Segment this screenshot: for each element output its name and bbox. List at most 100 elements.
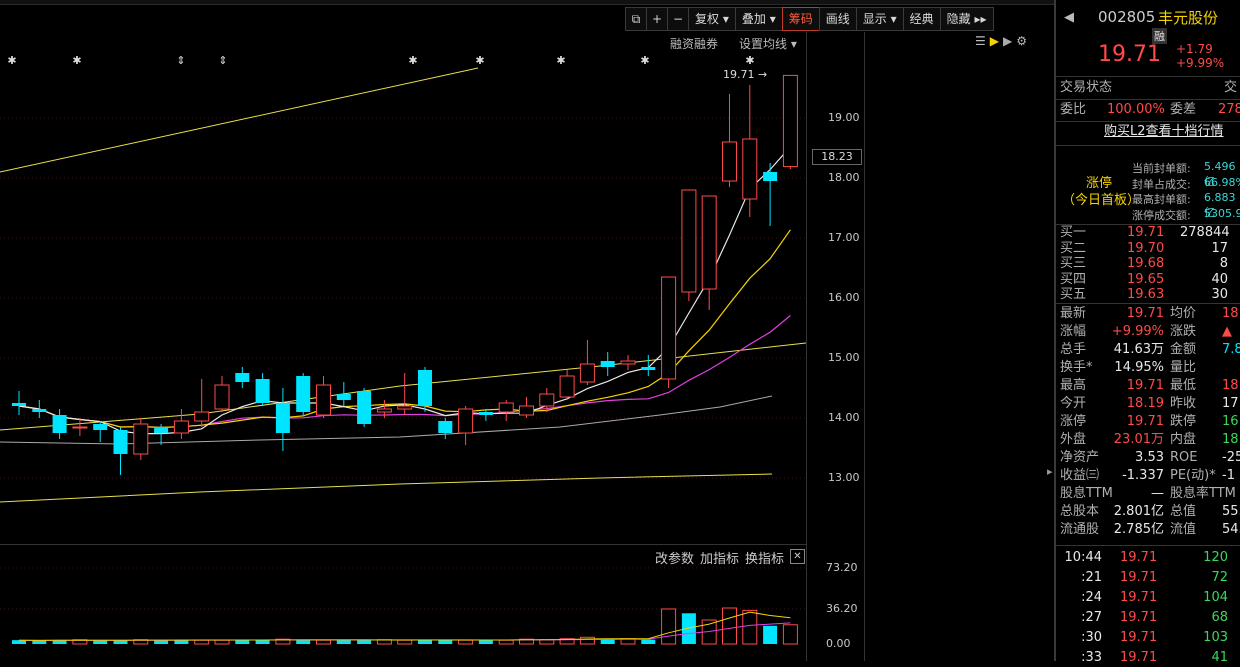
price-tick-label: 17.00 [828,231,860,244]
add-indicator-link[interactable]: 加指标 [700,548,739,567]
tick-time: :24 [1081,590,1102,605]
weicha-value: 278 [1218,102,1240,117]
chart-toolbar: ⧉ + − 复权 ▾ 叠加 ▾ 筹码 画线 显示 ▾ 经典 隐藏 ▸▸ [625,7,994,31]
flag-icon[interactable]: ▶ [990,34,1003,48]
volume-bar [742,609,758,645]
fuquan-button[interactable]: 复权 ▾ [688,7,736,31]
tick-price: 19.71 [1120,650,1158,665]
price-tick-label: 14.00 [828,411,860,424]
candle-body [357,391,372,424]
close-indicator-icon[interactable]: ✕ [790,549,805,564]
stat-label: 金额 [1170,342,1197,357]
event-marker-icon: ✱ [475,54,484,67]
gear-icon[interactable]: ⚙ [1016,34,1031,48]
stat-label: 总股本 [1060,504,1100,519]
candle-body [579,363,595,383]
current-price-marker: 18.23 [812,149,862,165]
stat-label: 净资产 [1060,450,1100,465]
candle-body [661,276,677,380]
candle-body [214,384,230,410]
candle-body [600,361,615,367]
stat-label: 内盘 [1170,432,1197,447]
divider-2 [1056,99,1240,100]
tick-volume: 68 [1211,610,1228,625]
candle-body [296,376,311,412]
back-arrow-icon[interactable]: ◀ [1064,10,1074,25]
volume-bar [397,639,413,645]
divider-4 [1056,145,1240,146]
seal-info-label: 当前封单额: [1132,162,1191,175]
change-params-link[interactable]: 改参数 [655,548,694,567]
stock-code: 002805 [1098,8,1156,26]
buy-l2-link[interactable]: 购买L2查看十档行情 [1104,123,1224,141]
stat-label: 股息TTM [1060,486,1113,501]
stat-value: — [1151,486,1164,501]
event-marker-icon: ✱ [556,54,565,67]
collapse-arrow-icon[interactable]: ▸ [1047,465,1053,478]
stat-label: 收益㈢ [1060,468,1100,483]
hide-button[interactable]: 隐藏 ▸▸ [939,7,994,31]
zoom-out-button[interactable]: − [667,7,689,31]
draw-line-label: 画线 [825,12,850,26]
volume-bar [296,640,311,644]
candle-body [12,403,26,406]
volume-bar [32,640,47,644]
double-arrow-icon: ▸▸ [974,12,987,26]
price-change-pct: +9.99% [1176,56,1225,70]
candle-body [742,138,758,200]
stat-value: 2.785亿 [1113,522,1164,537]
candle-body [154,427,169,433]
display-button[interactable]: 显示 ▾ [855,7,904,31]
stat-value: -25. [1222,450,1240,465]
stat-value: 17 [1222,396,1239,411]
candle-body [113,430,128,454]
volume-tick-label: 36.20 [826,602,858,615]
weicha-label: 委差 [1170,102,1197,117]
stat-value: 41.63万 [1113,342,1164,357]
limit-up-subtitle: （今日首板） [1062,193,1141,208]
weibi-label: 委比 [1060,102,1087,117]
price-tick-label: 16.00 [828,291,860,304]
bid-price: 19.63 [1127,287,1165,302]
draw-line-button[interactable]: 画线 [818,7,857,31]
stat-label: 外盘 [1060,432,1087,447]
tick-volume: 103 [1203,630,1228,645]
window-icon[interactable]: ⧉ [625,7,647,31]
chip-divider [864,32,865,661]
volume-bar [194,639,210,645]
stock-name[interactable]: 丰元股份 [1158,7,1218,28]
volume-bar [722,607,737,645]
chips-button[interactable]: 筹码 [781,7,820,31]
event-marker-icon: ⇕ [218,54,227,67]
classic-button[interactable]: 经典 [902,7,941,31]
candle-body [681,189,697,293]
fuquan-label: 复权 [695,12,720,26]
stat-value: +9.99% [1111,324,1164,339]
stat-label: 涨停 [1060,414,1087,429]
candle-body [763,172,778,181]
volume-bar [681,613,696,644]
stat-value: 55.2 [1222,504,1240,519]
list-icon[interactable]: ☰ [975,34,990,48]
bid-label: 买五 [1060,287,1087,302]
switch-indicator-link[interactable]: 换指标 [745,548,784,567]
candle-body [438,421,453,433]
zoom-in-button[interactable]: + [646,7,668,31]
price-tick-label: 19.00 [828,111,860,124]
candle-body [52,415,67,433]
candle-body [275,403,290,433]
overlay-button[interactable]: 叠加 ▾ [734,7,783,31]
high-price-label: 19.71 [723,68,755,81]
volume-bar [154,640,169,644]
event-marker-icon: ✱ [72,54,81,67]
tick-volume: 104 [1203,590,1228,605]
tick-time: :33 [1081,650,1102,665]
play-icon[interactable]: ▶ [1003,34,1016,48]
high-price-marker: 19.71 → [723,68,768,81]
tick-volume: 120 [1203,550,1228,565]
event-marker-icon: ✱ [640,54,649,67]
stat-value: -1.337 [1122,468,1164,483]
stat-label: 最高 [1060,378,1087,393]
stat-label: 量比 [1170,360,1197,375]
ma120-line [0,342,807,431]
